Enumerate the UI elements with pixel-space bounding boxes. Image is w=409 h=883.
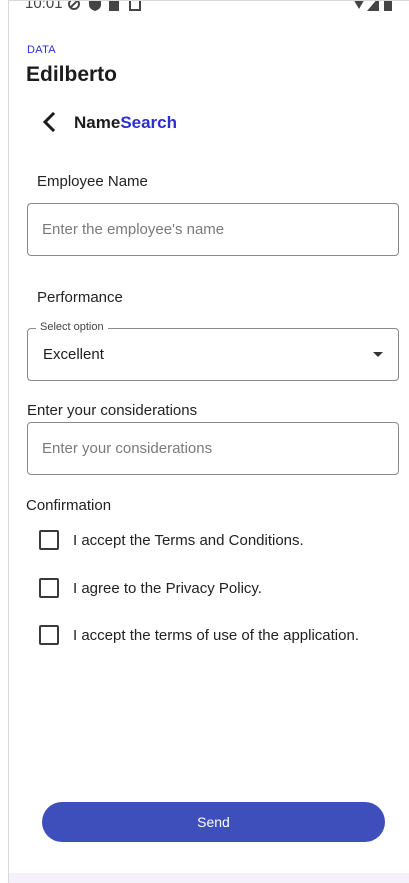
bottom-nav-strip <box>9 873 409 883</box>
wifi-icon <box>354 1 364 9</box>
terms-checkbox[interactable] <box>39 530 59 550</box>
battery-icon <box>384 1 392 11</box>
terms-of-use-checkbox-label: I accept the terms of use of the applica… <box>73 626 359 644</box>
status-bar: 10:01 <box>9 1 409 15</box>
shield-icon <box>89 1 101 11</box>
confirmation-label: Confirmation <box>26 497 112 514</box>
brand-subtitle: DATA <box>27 44 56 56</box>
sim-card-icon <box>109 1 119 11</box>
page-title-part1: Name <box>74 113 121 132</box>
status-time: 10:01 <box>25 1 63 12</box>
performance-select[interactable]: Select option Excellent <box>27 321 399 381</box>
employee-name-input[interactable] <box>42 204 382 255</box>
dnd-icon <box>68 1 80 10</box>
back-chevron-icon[interactable] <box>39 111 61 133</box>
terms-of-use-checkbox-row[interactable]: I accept the terms of use of the applica… <box>39 623 359 647</box>
privacy-checkbox-row[interactable]: I agree to the Privacy Policy. <box>39 576 262 600</box>
employee-name-field[interactable] <box>27 203 399 256</box>
page-title-part2: Search <box>120 113 178 132</box>
terms-checkbox-label: I accept the Terms and Conditions. <box>73 531 304 549</box>
send-button[interactable]: Send <box>42 802 385 842</box>
select-legend: Select option <box>36 321 108 333</box>
considerations-field[interactable] <box>27 422 399 475</box>
app-screen: 10:01 DATA Edilberto NameSearch Employee… <box>8 0 409 883</box>
dropdown-arrow-icon <box>373 352 383 357</box>
terms-of-use-checkbox[interactable] <box>39 625 59 645</box>
privacy-checkbox[interactable] <box>39 578 59 598</box>
privacy-checkbox-label: I agree to the Privacy Policy. <box>73 579 262 597</box>
storage-icon <box>129 1 141 11</box>
terms-checkbox-row[interactable]: I accept the Terms and Conditions. <box>39 528 304 552</box>
considerations-label: Enter your considerations <box>27 402 198 419</box>
brand-title: Edilberto <box>26 63 118 86</box>
employee-name-label: Employee Name <box>37 173 148 190</box>
considerations-input[interactable] <box>42 423 382 474</box>
performance-label: Performance <box>37 289 123 306</box>
page-title: NameSearch <box>74 113 177 133</box>
select-value: Excellent <box>43 346 104 363</box>
signal-icon <box>367 1 379 11</box>
